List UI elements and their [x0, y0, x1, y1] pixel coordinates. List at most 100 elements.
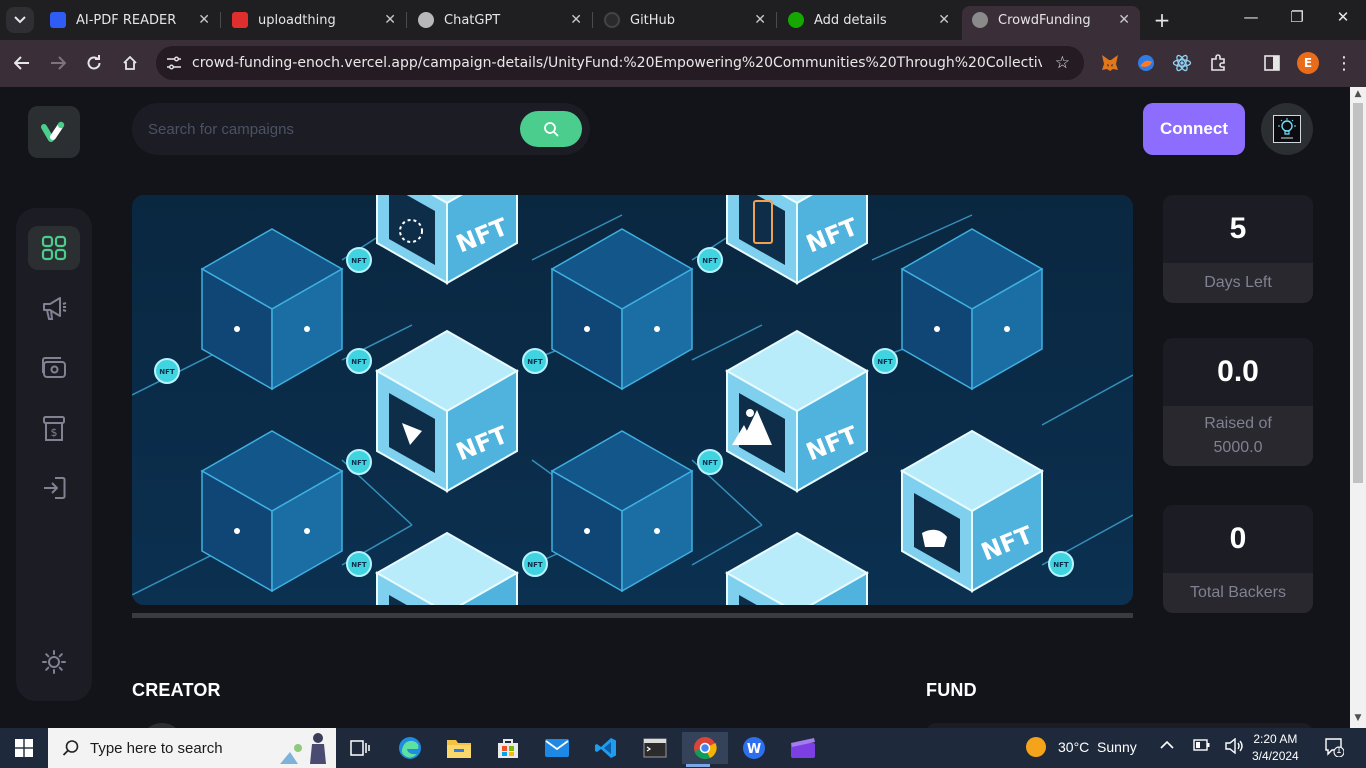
close-icon[interactable]: ✕	[198, 12, 210, 28]
new-tab-button[interactable]: +	[1150, 8, 1174, 32]
svg-text:$: $	[51, 426, 58, 439]
mail-icon[interactable]	[541, 732, 573, 764]
url-text[interactable]: crowd-funding-enoch.vercel.app/campaign-…	[192, 55, 1042, 71]
vscode-icon[interactable]	[590, 732, 622, 764]
profile-avatar[interactable]: E	[1297, 52, 1319, 74]
close-icon[interactable]: ✕	[754, 12, 766, 28]
chrome-icon[interactable]	[682, 732, 728, 767]
campaign-search	[132, 103, 590, 155]
nft-blockchain-illustration: NFT NFT	[132, 195, 1133, 605]
home-icon[interactable]	[117, 50, 143, 76]
windows-taskbar: Type here to search W 30°C Sunny 2:20 AM…	[0, 728, 1366, 768]
tab-ai-pdf-reader[interactable]: AI-PDF READER ✕	[40, 6, 221, 34]
chatgpt-favicon	[418, 12, 434, 28]
upwork-favicon	[788, 12, 804, 28]
payment-icon[interactable]	[38, 352, 70, 384]
tab-title: GitHub	[630, 12, 676, 28]
side-panel-icon[interactable]	[1261, 52, 1283, 74]
windows-start-icon[interactable]	[0, 728, 48, 768]
tab-title: AI-PDF READER	[76, 12, 177, 28]
reload-icon[interactable]	[81, 50, 107, 76]
metamask-extension-icon[interactable]	[1099, 52, 1121, 74]
back-arrow-icon[interactable]	[9, 50, 35, 76]
logo-icon	[41, 121, 65, 142]
close-icon[interactable]: ✕	[938, 12, 950, 28]
scroll-up-arrow-icon[interactable]: ▲	[1350, 89, 1366, 103]
more-menu-icon[interactable]: ⋮	[1333, 52, 1355, 74]
battery-icon[interactable]	[1193, 738, 1211, 756]
scroll-thumb[interactable]	[1353, 103, 1363, 483]
show-hidden-icons-chevron-icon[interactable]	[1160, 738, 1174, 754]
chevron-down-icon	[14, 16, 26, 24]
tab-chatgpt[interactable]: ChatGPT ✕	[408, 6, 593, 34]
wps-office-icon[interactable]: W	[738, 732, 770, 764]
notification-count: 1	[1336, 746, 1342, 756]
creator-heading: CREATOR	[132, 680, 221, 700]
taskbar-search-text: Type here to search	[90, 739, 223, 757]
close-icon[interactable]: ✕	[384, 12, 396, 28]
funding-progress-bar	[132, 613, 1133, 618]
edge-icon[interactable]	[394, 732, 426, 764]
volume-icon[interactable]	[1224, 737, 1244, 758]
backers-value: 0	[1163, 505, 1313, 573]
site-info-icon[interactable]	[164, 53, 184, 73]
tab-title: CrowdFunding	[998, 12, 1091, 28]
app-logo[interactable]	[28, 106, 80, 158]
campaign-megaphone-icon[interactable]	[38, 292, 70, 324]
extensions-puzzle-icon[interactable]	[1207, 52, 1229, 74]
task-view-icon[interactable]	[344, 732, 376, 764]
window-close-icon[interactable]: ✕	[1328, 8, 1358, 26]
weather-text: 30°C Sunny	[1058, 739, 1137, 755]
search-input[interactable]	[148, 117, 508, 141]
tab-strip: AI-PDF READER ✕ uploadthing ✕ ChatGPT ✕ …	[0, 0, 1366, 40]
tab-crowdfunding[interactable]: CrowdFunding ✕	[962, 6, 1140, 40]
system-clock[interactable]: 2:20 AM 3/4/2024	[1252, 731, 1299, 765]
scroll-down-arrow-icon[interactable]: ▼	[1350, 713, 1366, 727]
tab-title: uploadthing	[258, 12, 336, 28]
terminal-icon[interactable]	[639, 732, 671, 764]
globe-favicon	[972, 12, 988, 28]
logout-icon[interactable]	[38, 472, 70, 504]
raised-label: Raised of 5000.0	[1163, 406, 1313, 466]
clock-time: 2:20 AM	[1253, 732, 1298, 746]
file-explorer-icon[interactable]	[443, 732, 475, 764]
restore-icon[interactable]: ❐	[1282, 8, 1312, 26]
ai-pdf-favicon	[50, 12, 66, 28]
connect-button[interactable]: Connect	[1143, 103, 1245, 155]
forward-arrow-icon[interactable]	[45, 50, 71, 76]
tab-github[interactable]: GitHub ✕	[594, 6, 777, 34]
search-button[interactable]	[520, 111, 582, 147]
search-icon	[544, 122, 559, 137]
tab-title: ChatGPT	[444, 12, 501, 28]
dashboard-icon[interactable]	[28, 226, 80, 270]
uploadthing-favicon	[232, 12, 248, 28]
campaign-image: NFT NFT	[132, 195, 1133, 605]
svg-text:W: W	[747, 742, 761, 757]
sun-icon[interactable]	[38, 646, 70, 678]
tab-add-details[interactable]: Add details ✕	[778, 6, 960, 34]
days-left-value: 5	[1163, 195, 1313, 263]
close-icon[interactable]: ✕	[570, 12, 582, 28]
user-avatar[interactable]	[1261, 103, 1313, 155]
bookmark-star-icon[interactable]: ☆	[1055, 53, 1070, 73]
lightbulb-avatar-icon	[1273, 115, 1301, 143]
react-devtools-icon[interactable]	[1171, 52, 1193, 74]
clipchamp-icon[interactable]	[787, 732, 819, 764]
withdraw-icon[interactable]: $	[38, 412, 70, 444]
tab-search-button[interactable]	[6, 7, 34, 33]
tab-uploadthing[interactable]: uploadthing ✕	[222, 6, 407, 34]
close-icon[interactable]: ✕	[1118, 12, 1130, 28]
browser-toolbar: crowd-funding-enoch.vercel.app/campaign-…	[0, 40, 1366, 87]
search-highlight-illustration	[280, 733, 326, 764]
browser-extension-icon[interactable]	[1135, 52, 1157, 74]
notification-icon[interactable]: 1	[1324, 737, 1345, 758]
backers-stat: 0 Total Backers	[1163, 505, 1313, 613]
taskbar-search[interactable]: Type here to search	[48, 728, 336, 768]
minimize-icon[interactable]: —	[1236, 8, 1266, 26]
tab-title: Add details	[814, 12, 887, 28]
weather-widget[interactable]: 30°C Sunny	[1026, 737, 1137, 757]
microsoft-store-icon[interactable]	[492, 732, 524, 764]
page-scrollbar[interactable]: ▲ ▼	[1350, 87, 1366, 728]
address-bar[interactable]: crowd-funding-enoch.vercel.app/campaign-…	[156, 46, 1084, 80]
days-left-label: Days Left	[1163, 263, 1313, 303]
